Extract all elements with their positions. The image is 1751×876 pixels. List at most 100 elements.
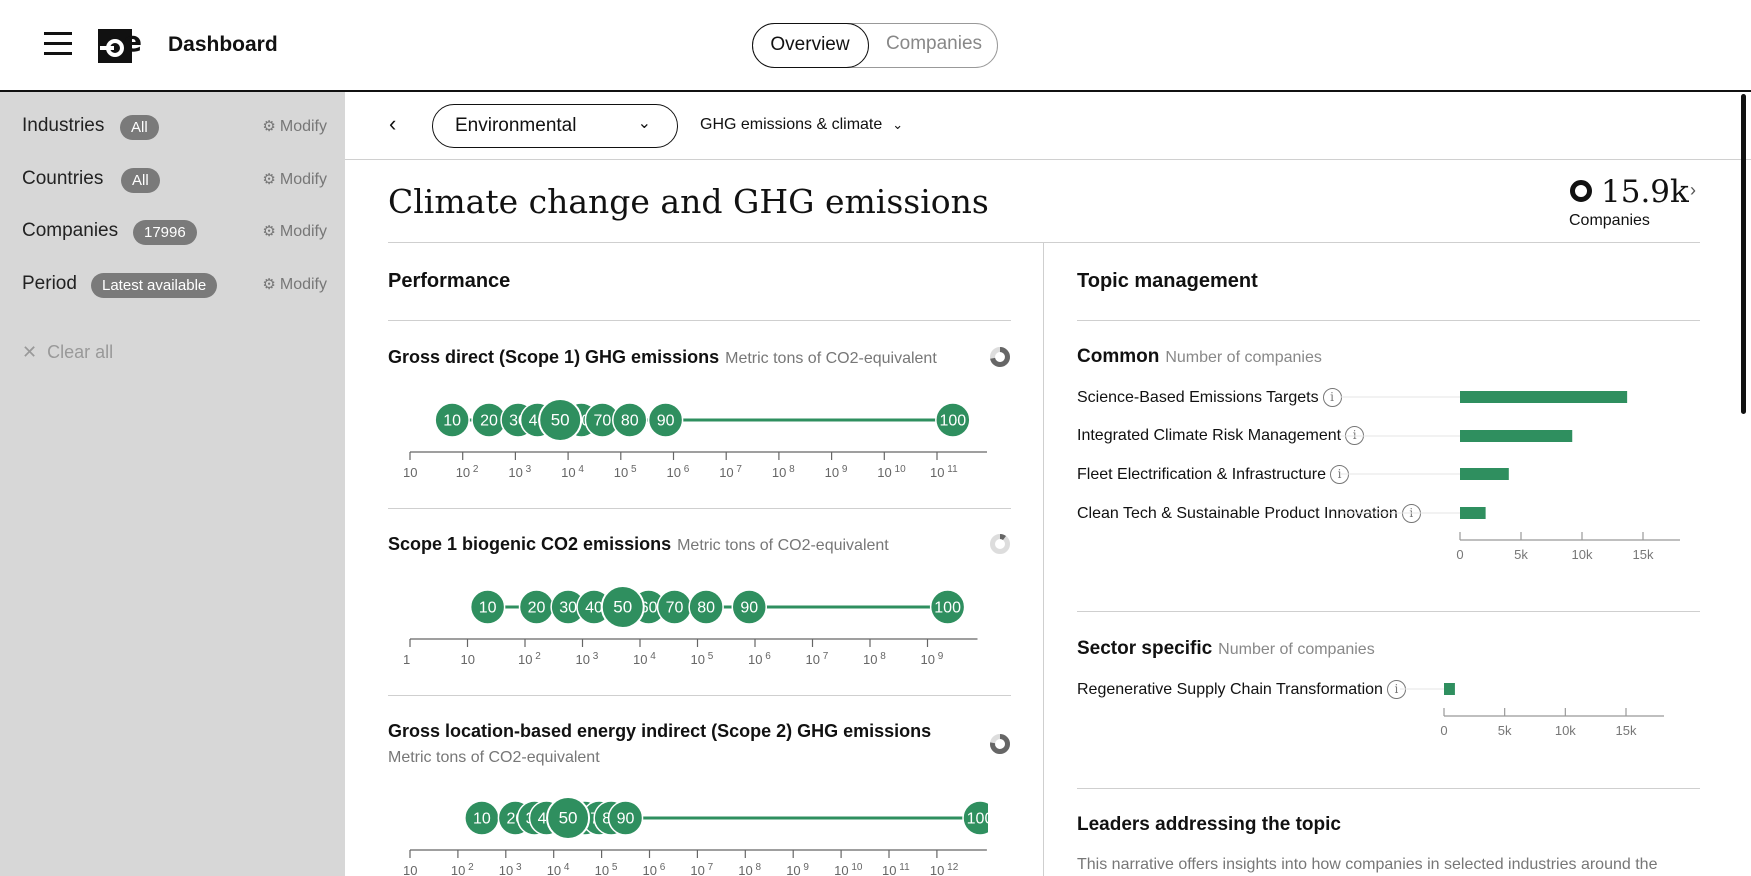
modify-period-button[interactable]: ⚙ Modify — [262, 275, 327, 294]
median-marker[interactable]: 50 — [546, 796, 591, 840]
sector-subtitle: Number of companies — [1218, 641, 1375, 658]
category-select[interactable]: Environmental ⌄ — [432, 104, 678, 148]
chevron-down-icon: ⌄ — [637, 115, 651, 132]
clear-all-button[interactable]: ✕ Clear all — [22, 342, 113, 363]
percentile-marker[interactable]: 10 — [434, 402, 470, 438]
percentile-label: 20 — [528, 600, 546, 617]
percentile-label: 80 — [621, 413, 639, 430]
metric-title: Gross direct (Scope 1) GHG emissions Metr… — [388, 347, 937, 368]
x-tick-label: 10 7 — [806, 651, 829, 667]
leaders-title: Leaders addressing the topic — [1077, 814, 1341, 835]
percentile-chart: 10 10 2 10 3 10 4 10 5 10 6 10 7 10 8 10 9 10 10 1… — [388, 390, 988, 490]
percentile-label: 100 — [939, 413, 966, 430]
modify-countries-button[interactable]: ⚙ Modify — [262, 170, 327, 189]
x-tick-label: 10 7 — [719, 464, 742, 480]
bar[interactable] — [1460, 391, 1628, 403]
common-subtitle: Number of companies — [1165, 349, 1322, 366]
bar-label-text: Fleet Electrification & Infrastructure — [1077, 466, 1326, 483]
x-tick-label: 15k — [1633, 547, 1654, 562]
sector-title: Sector specific Number of companies — [1077, 638, 1375, 660]
tab-overview[interactable]: Overview — [751, 22, 869, 68]
percentile-marker[interactable]: 90 — [607, 800, 644, 836]
percentile-marker[interactable]: 80 — [612, 402, 648, 438]
x-tick-label: 10 3 — [508, 464, 531, 480]
x-tick-label: 10 11 — [882, 862, 910, 876]
common-bar-chart: 0 5k 10k 15k — [1340, 391, 1680, 562]
company-count-link[interactable]: 15.9k › Companies — [1568, 172, 1708, 232]
brand-logo[interactable]: e — [96, 25, 148, 66]
bar-label-text: Science-Based Emissions Targets — [1077, 389, 1319, 406]
percentile-marker[interactable]: 100 — [929, 589, 966, 625]
bar-label-text: Integrated Climate Risk Management — [1077, 427, 1342, 444]
modify-companies-button[interactable]: ⚙ Modify — [262, 222, 327, 241]
percentile-marker[interactable]: 20 — [518, 589, 555, 625]
chevron-left-icon[interactable]: ‹ — [389, 111, 396, 137]
view-toggle: Overview Companies — [751, 22, 998, 68]
bar-label: Fleet Electrification & Infrastructure i — [1077, 465, 1349, 484]
x-tick-label: 5k — [1498, 723, 1512, 738]
filter-sidebar: Industries All ⚙ Modify Countries All ⚙ Mo… — [0, 92, 345, 876]
gear-icon: ⚙ — [262, 276, 276, 293]
x-tick-label: 10 8 — [772, 464, 795, 480]
filter-label: Period — [22, 273, 77, 294]
percentile-marker[interactable]: 10 — [464, 800, 500, 836]
percentile-label: 50 — [559, 809, 578, 828]
percentile-marker[interactable]: 100 — [935, 402, 971, 438]
info-icon[interactable]: i — [1322, 388, 1342, 407]
percentile-marker[interactable]: 100 — [962, 800, 998, 836]
vertical-scrollbar[interactable] — [1741, 94, 1746, 414]
x-tick-label: 10 8 — [738, 862, 761, 876]
ring-icon — [1570, 180, 1592, 202]
divider — [388, 508, 1011, 509]
pie-progress-icon[interactable] — [989, 733, 1011, 755]
percentile-marker[interactable]: 80 — [688, 589, 724, 625]
content-toolbar: ‹ Environmental ⌄ GHG emissions & climat… — [345, 92, 1751, 160]
menu-icon[interactable] — [44, 30, 74, 56]
percentile-label: 10 — [479, 600, 497, 617]
percentile-marker[interactable]: 70 — [656, 589, 693, 625]
x-tick-label: 10 9 — [786, 862, 809, 876]
tab-companies[interactable]: Companies — [873, 23, 995, 68]
metric-unit: Metric tons of CO2-equivalent — [388, 749, 600, 766]
gear-icon: ⚙ — [262, 223, 276, 240]
topic-management-title: Topic management — [1077, 270, 1258, 292]
metric-title: Gross location-based energy indirect (Sc… — [388, 721, 932, 741]
percentile-label: 70 — [666, 600, 684, 617]
percentile-marker[interactable]: 90 — [731, 589, 767, 625]
bar[interactable] — [1460, 430, 1573, 442]
percentile-label: 30 — [559, 600, 577, 617]
x-tick-label: 0 — [1440, 723, 1447, 738]
bar[interactable] — [1460, 507, 1486, 519]
divider — [388, 695, 1011, 696]
pie-progress-icon[interactable] — [989, 533, 1011, 555]
x-tick-label: 10 10 — [877, 464, 906, 480]
modify-industries-button[interactable]: ⚙ Modify — [262, 117, 327, 136]
divider — [1077, 611, 1700, 612]
app-title: Dashboard — [168, 33, 278, 56]
sector-label: Sector specific — [1077, 638, 1213, 659]
percentile-marker[interactable]: 90 — [647, 402, 684, 438]
pie-progress-icon[interactable] — [989, 346, 1011, 368]
x-tick-label: 10 6 — [748, 651, 771, 667]
x-tick-label: 10 3 — [576, 651, 599, 667]
filter-label: Industries — [22, 115, 105, 136]
filter-badge: Latest available — [91, 273, 218, 298]
gear-icon: ⚙ — [262, 171, 276, 188]
x-tick-label: 10 3 — [499, 862, 522, 876]
column-divider — [1043, 243, 1044, 876]
percentile-marker[interactable]: 10 — [469, 589, 506, 625]
x-tick-label: 10 6 — [643, 862, 666, 876]
x-tick-label: 10 5 — [691, 651, 714, 667]
x-tick-label: 10 4 — [547, 862, 570, 876]
median-marker[interactable]: 50 — [538, 398, 583, 442]
gear-icon: ⚙ — [262, 118, 276, 135]
median-marker[interactable]: 50 — [600, 585, 645, 629]
metric-name: Scope 1 biogenic CO2 emissions — [388, 534, 672, 554]
common-title: Common Number of companies — [1077, 346, 1322, 368]
x-tick-label: 0 — [1456, 547, 1463, 562]
bar[interactable] — [1444, 683, 1455, 695]
divider — [388, 242, 1700, 243]
subcategory-select[interactable]: GHG emissions & climate ⌄ — [700, 116, 903, 134]
x-tick-label: 10 9 — [825, 464, 848, 480]
bar[interactable] — [1460, 468, 1509, 480]
